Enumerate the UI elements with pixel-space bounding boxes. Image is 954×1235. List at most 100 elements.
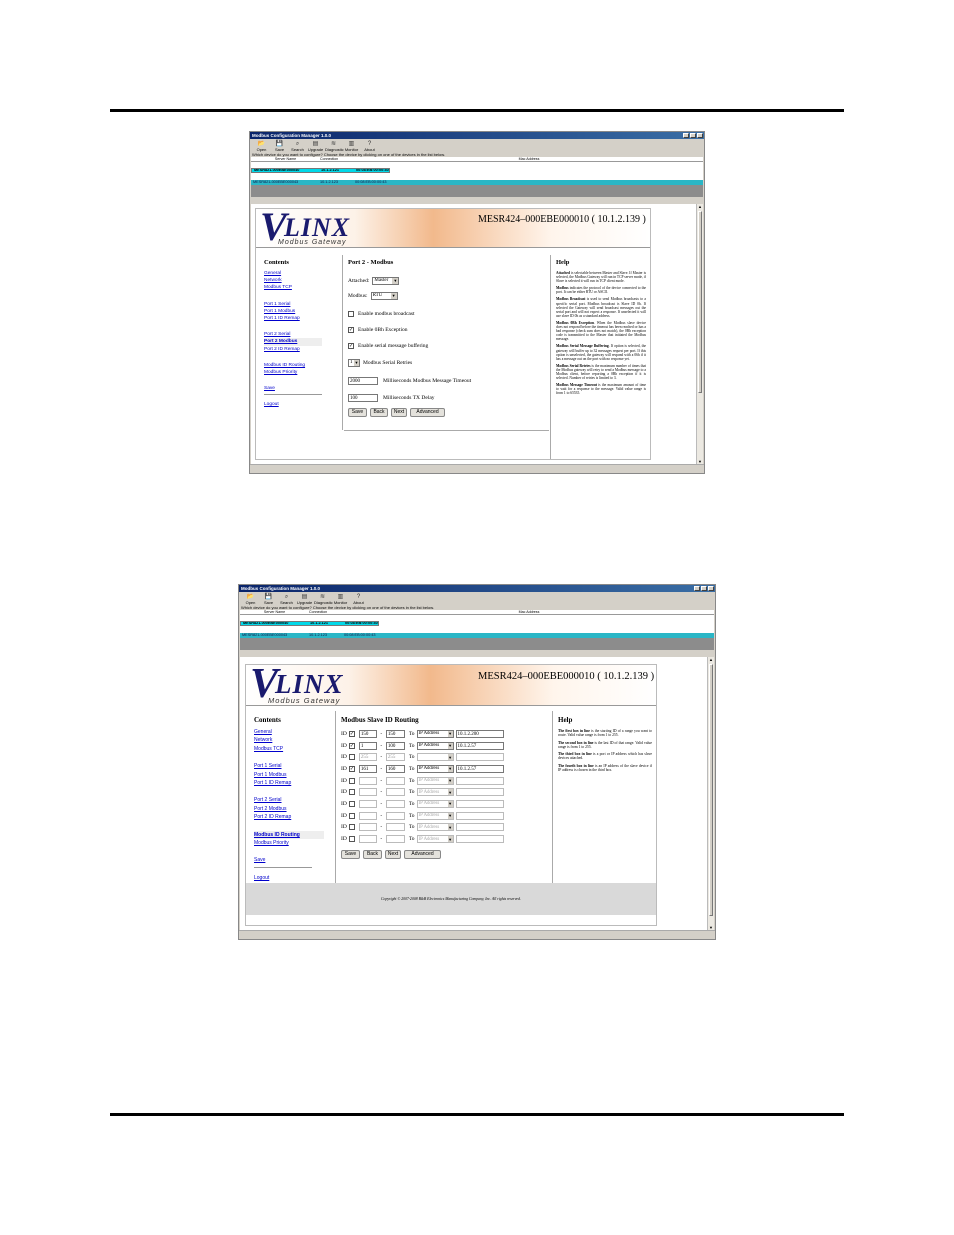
nav-port1-modbus[interactable]: Port 1 Modbus	[264, 308, 322, 315]
nav-modbus-priority[interactable]: Modbus Priority	[254, 839, 324, 847]
search-button[interactable]: ⌕ Search	[278, 594, 295, 605]
route-target-select[interactable]: ▼	[416, 753, 454, 762]
upgrade-button[interactable]: ▤ Upgrade	[296, 594, 313, 605]
broadcast-checkbox[interactable]	[348, 311, 354, 317]
route-ip-input[interactable]: 10.1.2.200	[455, 729, 504, 738]
route-end-id-input[interactable]	[385, 811, 405, 820]
device-row[interactable]: MESR821-000EBE000043 10.1.2.123 00:08:EB…	[251, 180, 703, 185]
open-button[interactable]: 📂 Open	[242, 594, 259, 605]
nav-port1-serial[interactable]: Port 1 Serial	[254, 762, 324, 770]
back-button[interactable]: Back	[363, 849, 382, 859]
nav-logout[interactable]: Logout	[254, 874, 324, 882]
nav-port2-serial[interactable]: Port 2 Serial	[254, 796, 324, 804]
route-start-id-input[interactable]	[358, 835, 377, 844]
route-enable-checkbox[interactable]	[348, 812, 355, 819]
col-mac-address[interactable]: Mac Address	[353, 157, 703, 161]
save-toolbar-button[interactable]: 💾 Save	[271, 141, 288, 152]
nav-modbus-id-routing[interactable]: Modbus ID Routing	[264, 362, 322, 369]
route-end-id-input[interactable]: 255	[385, 753, 405, 762]
route-enable-checkbox[interactable]	[348, 824, 355, 831]
scroll-up-icon[interactable]: ▲	[708, 657, 714, 663]
route-ip-input[interactable]	[455, 835, 504, 844]
route-target-select[interactable]: IP Address ▼	[416, 823, 454, 832]
maximize-button[interactable]	[690, 133, 696, 138]
buffering-checkbox[interactable]: ✓	[348, 343, 354, 349]
scroll-thumb[interactable]	[698, 211, 702, 393]
route-end-id-input[interactable]	[385, 823, 405, 832]
col-server-name[interactable]: Server Name	[251, 157, 318, 161]
route-enable-checkbox[interactable]	[348, 754, 355, 761]
advanced-button[interactable]: Advanced	[404, 849, 441, 859]
route-ip-input[interactable]	[455, 753, 504, 762]
nav-general[interactable]: General	[264, 270, 322, 277]
route-start-id-input[interactable]: 255	[358, 753, 377, 762]
nav-save[interactable]: Save	[264, 385, 322, 392]
monitor-button[interactable]: ▥ Monitor	[343, 141, 360, 152]
nav-save[interactable]: Save	[254, 856, 324, 864]
tx-delay-input[interactable]: 100	[348, 393, 378, 402]
open-button[interactable]: 📂 Open	[253, 141, 270, 152]
route-start-id-input[interactable]	[358, 788, 377, 797]
nav-network[interactable]: Network	[264, 277, 322, 284]
scroll-up-icon[interactable]: ▲	[697, 204, 703, 210]
timeout-input[interactable]: 2000	[348, 376, 378, 385]
about-button[interactable]: ? About	[350, 594, 367, 605]
col-connection[interactable]: Connection	[307, 610, 342, 614]
nav-modbus-tcp[interactable]: Modbus TCP	[264, 284, 322, 291]
route-enable-checkbox[interactable]	[348, 777, 355, 784]
route-target-select[interactable]: IP Address ▼	[416, 788, 454, 797]
save-toolbar-button[interactable]: 💾 Save	[260, 594, 277, 605]
close-button[interactable]	[697, 133, 703, 138]
save-button[interactable]: Save	[348, 408, 367, 417]
nav-port2-id-remap[interactable]: Port 2 ID Remap	[254, 813, 324, 821]
route-ip-input[interactable]: 10.1.2.57	[455, 741, 504, 750]
route-end-id-input[interactable]: 160	[385, 764, 405, 773]
route-enable-checkbox[interactable]	[348, 789, 355, 796]
nav-modbus-priority[interactable]: Modbus Priority	[264, 369, 322, 376]
col-connection[interactable]: Connection	[318, 157, 353, 161]
maximize-button[interactable]	[701, 586, 707, 591]
nav-modbus-tcp[interactable]: Modbus TCP	[254, 745, 324, 753]
route-ip-input[interactable]	[455, 788, 504, 797]
diagnostic-button[interactable]: ≋ Diagnostic	[325, 141, 344, 152]
back-button[interactable]: Back	[370, 408, 388, 417]
route-target-select[interactable]: IP Address ▼	[416, 799, 454, 808]
nav-port2-modbus[interactable]: Port 2 Modbus	[264, 338, 322, 346]
route-target-select[interactable]: IP Address ▼	[416, 835, 454, 844]
route-ip-input[interactable]	[455, 776, 504, 785]
next-button[interactable]: Next	[385, 849, 401, 859]
nav-port1-modbus[interactable]: Port 1 Modbus	[254, 771, 324, 779]
route-start-id-input[interactable]	[358, 811, 377, 820]
modbus-mode-select[interactable]: RTU ▼	[370, 291, 398, 300]
upgrade-button[interactable]: ▤ Upgrade	[307, 141, 324, 152]
nav-network[interactable]: Network	[254, 736, 324, 744]
route-enable-checkbox[interactable]	[348, 836, 355, 843]
route-end-id-input[interactable]	[385, 788, 405, 797]
route-start-id-input[interactable]: 1	[358, 741, 377, 750]
device-row[interactable]: MESR821-000EBE000040 10.1.2.121 00:08:EB…	[240, 621, 379, 627]
route-end-id-input[interactable]	[385, 835, 405, 844]
vertical-scrollbar[interactable]: ▲ ▼	[696, 204, 703, 465]
route-start-id-input[interactable]: 150	[358, 729, 377, 738]
route-ip-input[interactable]: 10.1.2.57	[455, 764, 504, 773]
route-start-id-input[interactable]	[358, 799, 377, 808]
route-start-id-input[interactable]	[358, 823, 377, 832]
vertical-scrollbar[interactable]: ▲ ▼	[707, 657, 714, 931]
nav-modbus-id-routing[interactable]: Modbus ID Routing	[254, 830, 324, 840]
monitor-button[interactable]: ▥ Monitor	[332, 594, 349, 605]
route-end-id-input[interactable]: 150	[385, 729, 405, 738]
about-button[interactable]: ? About	[361, 141, 378, 152]
diagnostic-button[interactable]: ≋ Diagnostic	[314, 594, 333, 605]
save-button[interactable]: Save	[341, 849, 360, 859]
col-mac-address[interactable]: Mac Address	[342, 610, 714, 614]
route-target-select[interactable]: IP Address ▼	[416, 764, 454, 773]
col-server-name[interactable]: Server Name	[240, 610, 307, 614]
scroll-thumb[interactable]	[709, 664, 713, 916]
advanced-button[interactable]: Advanced	[410, 408, 445, 417]
route-end-id-input[interactable]: 100	[385, 741, 405, 750]
nav-port2-serial[interactable]: Port 2 Serial	[264, 331, 322, 338]
nav-port2-modbus[interactable]: Port 2 Modbus	[254, 805, 324, 813]
attached-select[interactable]: Master ▼	[372, 276, 400, 285]
nav-general[interactable]: General	[254, 728, 324, 736]
device-row[interactable]: MESR821-000EBE000040 10.1.2.121 00:08:EB…	[251, 168, 390, 174]
